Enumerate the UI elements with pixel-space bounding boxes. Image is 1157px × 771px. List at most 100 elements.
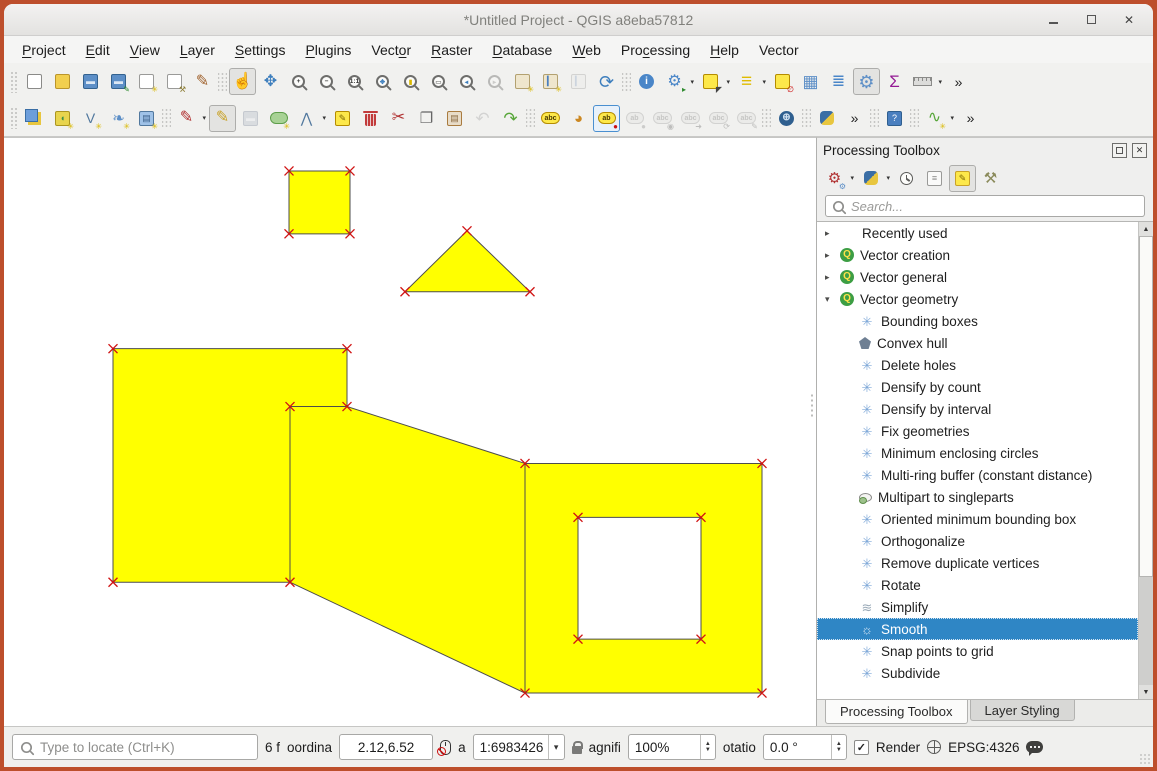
menu-raster[interactable]: Raster	[421, 39, 482, 61]
chevron-down-icon[interactable]: ▾	[548, 735, 564, 759]
new-print-layout-button[interactable]: ✳	[133, 68, 160, 95]
menu-help[interactable]: Help	[700, 39, 749, 61]
resize-grip[interactable]	[1139, 753, 1151, 765]
pan-map-button[interactable]: ☝	[229, 68, 256, 95]
toolbox-results-viewer-button[interactable]: ≡	[921, 165, 948, 192]
save-project-as-button[interactable]: ▬✎	[105, 68, 132, 95]
advanced-digitizing-button[interactable]: ⋀▾	[293, 105, 328, 132]
tree-item-densify-by-count[interactable]: ✳Densify by count	[817, 376, 1138, 398]
lock-scale-icon[interactable]	[572, 746, 582, 754]
expander-collapsed-icon[interactable]: ▸	[825, 272, 840, 283]
dropdown-arrow-icon[interactable]: ▾	[690, 69, 694, 94]
show-spatial-bookmarks-button[interactable]: ▎✳	[537, 68, 564, 95]
identify-features-button[interactable]: i	[633, 68, 660, 95]
tree-item-multi-ring-buffer-constant-distance[interactable]: ✳Multi-ring buffer (constant distance)	[817, 464, 1138, 486]
locate-input[interactable]: Type to locate (Ctrl+K)	[12, 734, 258, 760]
maximize-button[interactable]	[1083, 12, 1099, 28]
tree-item-fix-geometries[interactable]: ✳Fix geometries	[817, 420, 1138, 442]
scrollbar-track[interactable]	[1139, 236, 1153, 685]
tree-item-oriented-minimum-bounding-box[interactable]: ✳Oriented minimum bounding box	[817, 508, 1138, 530]
tree-item-simplify[interactable]: ≋Simplify	[817, 596, 1138, 618]
tree-item-convex-hull[interactable]: Convex hull	[817, 332, 1138, 354]
scrollbar-thumb[interactable]	[1139, 236, 1153, 577]
spinner-arrows-icon[interactable]: ▲▼	[700, 735, 715, 759]
tree-item-densify-by-interval[interactable]: ✳Densify by interval	[817, 398, 1138, 420]
new-spatial-bookmark-button[interactable]: ✳	[509, 68, 536, 95]
panel-float-button[interactable]	[1112, 143, 1127, 158]
tree-item-vector-creation[interactable]: ▸QVector creation	[817, 244, 1138, 266]
toolbar-extension-button[interactable]: »	[945, 68, 972, 95]
magnifier-spinbox[interactable]: 100% ▲▼	[628, 734, 716, 760]
toolbox-scripts-button[interactable]: ▾	[857, 165, 892, 192]
menu-processing[interactable]: Processing	[611, 39, 700, 61]
open-project-button[interactable]	[49, 68, 76, 95]
layer-diagram-options-button[interactable]: ◕	[565, 105, 592, 132]
deselect-features-button[interactable]: ∅	[769, 68, 796, 95]
titlebar[interactable]: *Untitled Project - QGIS a8eba57812 ✕	[4, 4, 1153, 36]
data-source-manager-button[interactable]	[21, 105, 48, 132]
feature-small-square[interactable]	[289, 171, 350, 234]
menu-web[interactable]: Web	[562, 39, 611, 61]
crs-globe-icon[interactable]	[927, 740, 941, 754]
toolbox-search-input[interactable]: Search...	[825, 195, 1145, 217]
tab-layer-styling[interactable]: Layer Styling	[970, 700, 1075, 721]
processing-toolbox-toggle-button[interactable]: ⚙	[853, 68, 880, 95]
menu-settings[interactable]: Settings	[225, 39, 296, 61]
expander-expanded-icon[interactable]: ▾	[825, 294, 840, 305]
refresh-map-button[interactable]: ⟳	[593, 68, 620, 95]
zoom-last-button[interactable]: ◂	[453, 68, 480, 95]
new-project-button[interactable]	[21, 68, 48, 95]
menu-vector[interactable]: Vector	[749, 39, 809, 61]
menu-view[interactable]: View	[120, 39, 170, 61]
coordinate-input[interactable]: 2.12,6.52	[339, 734, 433, 760]
expander-collapsed-icon[interactable]: ▸	[825, 250, 840, 261]
digitize-polygon-button[interactable]: ✳	[265, 105, 292, 132]
paste-features-button[interactable]: ▤	[441, 105, 468, 132]
tree-item-subdivide[interactable]: ✳Subdivide	[817, 662, 1138, 684]
tree-item-vector-geometry[interactable]: ▾QVector geometry	[817, 288, 1138, 310]
new-spatialite-layer-button[interactable]: ❧✳	[105, 105, 132, 132]
zoom-full-button[interactable]: ✥	[369, 68, 396, 95]
copy-features-button[interactable]: ❐	[413, 105, 440, 132]
toolbox-history-button[interactable]	[893, 165, 920, 192]
scale-combobox[interactable]: 1:6983426 ▾	[473, 734, 565, 760]
edit-features-in-place-button[interactable]: ✎	[949, 165, 976, 192]
toolbox-models-button[interactable]: ⚙⚙▾	[821, 165, 856, 192]
tree-item-remove-duplicate-vertices[interactable]: ✳Remove duplicate vertices	[817, 552, 1138, 574]
help-contents-button[interactable]: ?	[881, 105, 908, 132]
minimize-button[interactable]	[1045, 12, 1061, 28]
select-features-button[interactable]: ◤▾	[697, 68, 732, 95]
tree-item-bounding-boxes[interactable]: ✳Bounding boxes	[817, 310, 1138, 332]
feature-parallelogram[interactable]	[290, 407, 525, 694]
rotation-spinbox[interactable]: 0.0 ° ▲▼	[763, 734, 847, 760]
dropdown-arrow-icon[interactable]: ▾	[726, 69, 730, 94]
dropdown-arrow-icon[interactable]: ▾	[762, 69, 766, 94]
dropdown-arrow-icon[interactable]: ▾	[950, 106, 954, 131]
panel-close-button[interactable]: ✕	[1132, 143, 1147, 158]
toggle-editing-button[interactable]: ✎	[209, 105, 236, 132]
tree-item-rotate[interactable]: ✳Rotate	[817, 574, 1138, 596]
close-button[interactable]: ✕	[1121, 12, 1137, 28]
python-console-button[interactable]	[813, 105, 840, 132]
dropdown-arrow-icon[interactable]: ▾	[850, 166, 854, 191]
modify-attributes-button[interactable]: ✎	[329, 105, 356, 132]
dropdown-arrow-icon[interactable]: ▾	[322, 106, 326, 131]
crs-button[interactable]: EPSG:4326	[948, 740, 1019, 755]
feature-triangle[interactable]	[405, 231, 530, 292]
menu-vector[interactable]: Vector	[361, 39, 421, 61]
open-attribute-table-button[interactable]: ▦	[797, 68, 824, 95]
tree-item-smooth[interactable]: ☼Smooth	[817, 618, 1138, 640]
tree-item-multipart-to-singleparts[interactable]: Multipart to singleparts	[817, 486, 1138, 508]
menu-edit[interactable]: Edit	[76, 39, 120, 61]
metasearch-button[interactable]: ⊕	[773, 105, 800, 132]
layer-labeling-options-button[interactable]: abc	[537, 105, 564, 132]
show-layout-manager-button[interactable]: ⚒	[161, 68, 188, 95]
menu-plugins[interactable]: Plugins	[295, 39, 361, 61]
splitter-handle[interactable]	[810, 393, 815, 419]
tree-scrollbar[interactable]: ▲ ▼	[1138, 222, 1153, 699]
toolbox-options-button[interactable]: ⚒	[977, 165, 1004, 192]
menu-database[interactable]: Database	[482, 39, 562, 61]
spinner-arrows-icon[interactable]: ▲▼	[831, 735, 846, 759]
zoom-to-layer-button[interactable]: ▭	[425, 68, 452, 95]
tree-item-vector-general[interactable]: ▸QVector general	[817, 266, 1138, 288]
